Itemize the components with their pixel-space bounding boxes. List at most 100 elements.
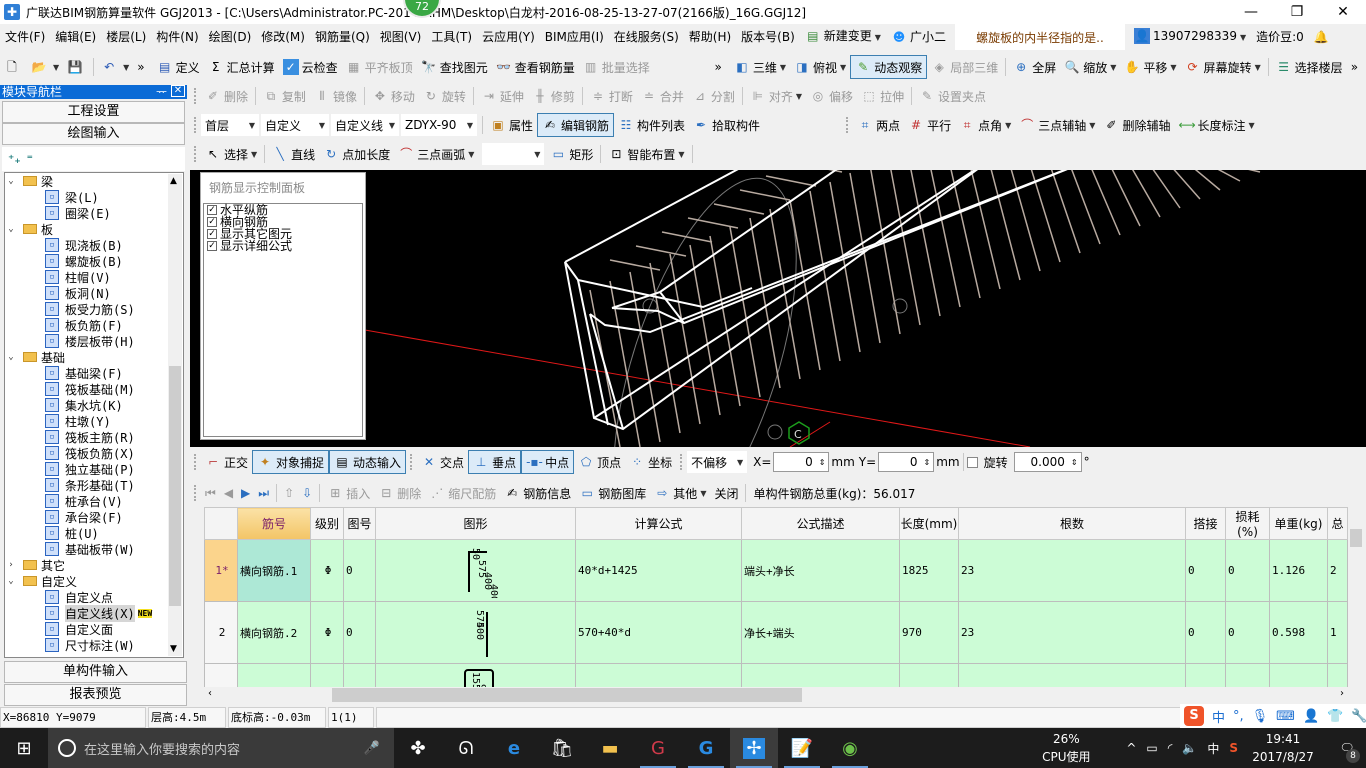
drawing-canvas[interactable]: C xyxy=(190,170,1366,447)
chevron-down-icon[interactable]: ⌄ xyxy=(5,176,17,186)
tree-item[interactable]: ▫ 楼层板带(H) xyxy=(5,333,183,349)
tree-item[interactable]: ▫ 承台梁(F) xyxy=(5,509,183,525)
three-point-arc-button[interactable]: ⌒ 三点画弧 ▼ xyxy=(394,142,478,166)
chevron-down-icon[interactable]: ⌄ xyxy=(5,224,17,234)
rotate-checkbox[interactable] xyxy=(966,456,978,468)
overflow-icon-3[interactable]: » xyxy=(1347,55,1366,79)
collapse-all-icon[interactable]: ⁼ xyxy=(27,152,33,166)
point-angle-button[interactable]: ⌗ 点角 ▼ xyxy=(955,113,1015,137)
screen-rotate-button[interactable]: ⟳ 屏幕旋转 ▼ xyxy=(1181,55,1265,79)
tree-item[interactable]: ▫ 集水坑(K) xyxy=(5,397,183,413)
tree-scrollbar[interactable]: ▲ ▼ xyxy=(168,174,182,656)
cpu-usage[interactable]: 26% CPU使用 xyxy=(1036,730,1096,766)
rebar-library-button[interactable]: ▭ 钢筋图库 xyxy=(575,481,650,505)
user-icon[interactable]: 👤 xyxy=(1303,709,1319,724)
tree-item[interactable]: ▫ 基础梁(F) xyxy=(5,365,183,381)
define-button[interactable]: ▤ 定义 xyxy=(153,55,204,79)
overflow-icon[interactable]: » xyxy=(133,55,152,79)
show-hidden-icons[interactable]: ^ xyxy=(1126,741,1136,755)
next-record-button[interactable]: ▶ xyxy=(237,481,254,505)
tree-scroll-thumb[interactable] xyxy=(169,366,181,606)
taskbar-ggj-app-icon[interactable]: G xyxy=(682,728,730,768)
tree-item[interactable]: ▫ 独立基础(P) xyxy=(5,461,183,477)
tree-folder[interactable]: ⌄ 梁 xyxy=(5,173,183,189)
arc-option-select[interactable]: ▼ xyxy=(482,143,545,165)
clock[interactable]: 19:41 2017/8/27 xyxy=(1248,730,1318,766)
two-points-button[interactable]: ⌗ 两点 xyxy=(853,113,904,137)
mirror-button[interactable]: ⫴ 镜像 xyxy=(310,84,361,108)
parallel-button[interactable]: # 平行 xyxy=(904,113,955,137)
split-button[interactable]: ⊿ 分割 xyxy=(688,84,739,108)
tree-item[interactable]: ▫ 柱墩(Y) xyxy=(5,413,183,429)
y-input[interactable]: 0 ⇕ xyxy=(878,452,935,472)
tree-item[interactable]: ▫ 筏板负筋(X) xyxy=(5,445,183,461)
view-rebar-button[interactable]: 👓 查看钢筋量 xyxy=(492,55,579,79)
menu-tools[interactable]: 工具(T) xyxy=(426,24,477,50)
column-header[interactable]: 级别 xyxy=(310,507,344,540)
length-dim-button[interactable]: ⟷ 长度标注 ▼ xyxy=(1174,113,1258,137)
dynamic-view-button[interactable]: ✎ 动态观察 xyxy=(850,55,928,79)
tree-folder[interactable]: ⌄ 基础 xyxy=(5,349,183,365)
intersection-button[interactable]: ✕ 交点 xyxy=(417,450,468,474)
cell-grade[interactable]: Φ xyxy=(310,601,344,664)
keyboard-icon[interactable]: ⌨ xyxy=(1276,709,1295,724)
column-header[interactable]: 图号 xyxy=(343,507,376,540)
rotate-button[interactable]: ↻ 旋转 xyxy=(419,84,470,108)
taskbar-store-icon[interactable]: 🛍 xyxy=(538,728,586,768)
tree-item[interactable]: ▫ 螺旋板(B) xyxy=(5,253,183,269)
last-record-button[interactable]: ⏭ xyxy=(254,481,273,505)
object-snap-button[interactable]: ✦ 对象捕捉 xyxy=(252,450,330,474)
grid-hscroll-thumb[interactable] xyxy=(332,688,802,702)
close-grid-button[interactable]: 关闭 xyxy=(710,481,742,505)
taskbar-notes-icon[interactable]: 📝 xyxy=(778,728,826,768)
cell-grade[interactable]: Φ xyxy=(310,663,344,687)
taskbar-active-app-icon[interactable]: ✢ xyxy=(730,728,778,768)
tree-item[interactable]: ▫ 梁(L) xyxy=(5,189,183,205)
cell-count[interactable]: 23 xyxy=(958,539,1186,602)
ime-indicator[interactable]: 中 xyxy=(1207,740,1219,757)
move-button[interactable]: ✥ 移动 xyxy=(368,84,419,108)
microphone-icon[interactable]: 🎤 xyxy=(364,741,380,756)
cell-unit-weight[interactable]: 0.101 xyxy=(1269,663,1328,687)
cloud-check-button[interactable]: ✓ 云检查 xyxy=(279,55,342,79)
column-header[interactable]: 损耗(%) xyxy=(1225,507,1270,540)
cell-loss[interactable]: 0 xyxy=(1225,601,1270,664)
cell-name[interactable]: 横向钢筋.2 xyxy=(237,601,311,664)
move-down-button[interactable]: ⇩ xyxy=(298,481,316,505)
project-settings-button[interactable]: 工程设置 xyxy=(2,101,185,123)
column-header[interactable]: 筋号 xyxy=(237,507,311,540)
vertex-button[interactable]: ⬠ 顶点 xyxy=(574,450,625,474)
chevron-right-icon[interactable]: › xyxy=(5,560,17,570)
batch-select-button[interactable]: ▥ 批量选择 xyxy=(579,55,654,79)
tree-item[interactable]: ▫ 筏板主筋(R) xyxy=(5,429,183,445)
scroll-left-icon[interactable]: ‹ xyxy=(208,688,212,699)
tip-banner[interactable]: 螺旋板的内半径指的是.. xyxy=(954,24,1125,50)
new-change-button[interactable]: ▤ 新建变更 ▼ xyxy=(800,23,886,51)
wrench-icon[interactable]: 🔧 xyxy=(1351,709,1366,724)
battery-icon[interactable]: ▭ xyxy=(1146,741,1157,755)
merge-button[interactable]: ≐ 合并 xyxy=(637,84,688,108)
extend-button[interactable]: ⇥ 延伸 xyxy=(477,84,528,108)
cell-fig[interactable]: 0 xyxy=(343,601,376,664)
tree-item[interactable]: ▫ 圈梁(E) xyxy=(5,205,183,221)
cell-name[interactable]: 横向钢筋.1 xyxy=(237,539,311,602)
sogou-logo-icon[interactable]: S xyxy=(1184,706,1204,726)
ortho-button[interactable]: ⌐ 正交 xyxy=(201,450,252,474)
menu-online[interactable]: 在线服务(S) xyxy=(609,24,684,50)
find-element-button[interactable]: 🔭 查找图元 xyxy=(417,55,492,79)
component-list-button[interactable]: ☷ 构件列表 xyxy=(614,113,689,137)
zoom-button[interactable]: 🔍 缩放 ▼ xyxy=(1060,55,1120,79)
tree-item[interactable]: ▫ 板受力筋(S) xyxy=(5,301,183,317)
tree-item[interactable]: ▫ 板洞(N) xyxy=(5,285,183,301)
cell-formula[interactable]: 40*d+1425 xyxy=(575,539,742,602)
user-account[interactable]: 👤 13907298339 ▼ xyxy=(1129,23,1251,51)
scale-rebar-button[interactable]: ⋰ 缩尺配筋 xyxy=(425,481,500,505)
new-file-button[interactable]: 🗋 xyxy=(0,55,27,79)
notifications-icon[interactable]: 🗨 8 xyxy=(1328,741,1366,763)
delete-button[interactable]: ✐ 删除 xyxy=(201,84,252,108)
cell-unit-weight[interactable]: 1.126 xyxy=(1269,539,1328,602)
save-button[interactable]: 💾 xyxy=(63,55,90,79)
taskbar-search[interactable]: 在这里输入你要搜索的内容 🎤 xyxy=(48,728,394,768)
tree-item[interactable]: ▫ 尺寸标注(W) xyxy=(5,637,183,653)
edit-rebar-button[interactable]: ✍ 编辑钢筋 xyxy=(537,113,615,137)
